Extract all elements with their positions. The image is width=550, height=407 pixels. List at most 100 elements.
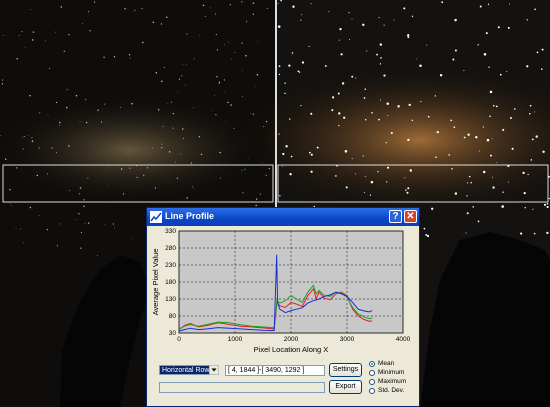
chevron-down-icon[interactable] bbox=[209, 365, 219, 375]
star bbox=[454, 18, 457, 22]
star bbox=[122, 193, 125, 195]
star bbox=[310, 153, 313, 156]
star bbox=[508, 3, 510, 5]
close-button[interactable]: ✕ bbox=[404, 210, 417, 223]
star bbox=[161, 80, 163, 83]
star bbox=[277, 2, 279, 4]
star bbox=[23, 135, 25, 138]
star bbox=[477, 44, 479, 46]
star bbox=[427, 115, 430, 118]
star bbox=[93, 1, 96, 3]
star bbox=[87, 222, 90, 224]
star bbox=[331, 96, 335, 99]
star bbox=[151, 147, 153, 149]
star bbox=[231, 58, 233, 60]
star bbox=[84, 223, 86, 225]
star bbox=[66, 89, 68, 91]
star bbox=[58, 124, 60, 126]
star bbox=[132, 237, 133, 239]
star bbox=[212, 109, 213, 111]
star bbox=[259, 193, 261, 195]
star bbox=[493, 104, 495, 107]
star bbox=[502, 191, 504, 193]
star bbox=[506, 71, 508, 72]
radio-maximum-dot[interactable] bbox=[369, 379, 375, 385]
star bbox=[479, 5, 482, 8]
star bbox=[223, 79, 225, 81]
star bbox=[351, 158, 353, 160]
settings-button[interactable]: Settings bbox=[329, 363, 362, 377]
star bbox=[420, 101, 422, 103]
star bbox=[364, 88, 367, 90]
star bbox=[78, 213, 80, 215]
radio-mean-dot[interactable] bbox=[369, 361, 375, 367]
star bbox=[242, 69, 243, 71]
star bbox=[497, 26, 500, 29]
star bbox=[214, 94, 215, 96]
star bbox=[380, 57, 382, 59]
export-button[interactable]: Export bbox=[329, 380, 362, 394]
radio-minimum-label: Minimum bbox=[378, 369, 405, 376]
star bbox=[379, 63, 382, 65]
star bbox=[530, 159, 533, 161]
star bbox=[524, 207, 526, 209]
star bbox=[244, 168, 246, 170]
star bbox=[338, 124, 340, 127]
star bbox=[310, 112, 313, 115]
star bbox=[108, 184, 110, 186]
star bbox=[324, 65, 327, 67]
star bbox=[292, 5, 295, 8]
star bbox=[142, 41, 144, 44]
star bbox=[278, 73, 281, 76]
star bbox=[479, 150, 481, 152]
star bbox=[178, 78, 181, 80]
star bbox=[46, 228, 48, 231]
star bbox=[80, 232, 83, 234]
star bbox=[310, 170, 313, 173]
star bbox=[0, 135, 2, 136]
star bbox=[210, 7, 212, 9]
star bbox=[496, 162, 498, 163]
star bbox=[454, 49, 457, 52]
star bbox=[532, 208, 534, 210]
star bbox=[215, 114, 217, 116]
star bbox=[546, 202, 549, 205]
star bbox=[182, 63, 184, 65]
star bbox=[134, 9, 136, 11]
radio-minimum-dot[interactable] bbox=[369, 370, 375, 376]
star bbox=[301, 14, 303, 16]
star bbox=[174, 161, 176, 163]
star bbox=[492, 186, 495, 189]
star bbox=[191, 186, 193, 188]
star bbox=[284, 92, 286, 95]
y-axis-label: Average Pixel Value bbox=[151, 249, 160, 316]
y-tick-label: 180 bbox=[165, 279, 176, 286]
star bbox=[426, 234, 430, 238]
star bbox=[499, 73, 502, 76]
star bbox=[143, 174, 145, 176]
star bbox=[97, 255, 98, 257]
star bbox=[383, 24, 385, 26]
star bbox=[489, 90, 493, 94]
star bbox=[407, 187, 410, 190]
help-button[interactable]: ? bbox=[389, 210, 402, 223]
star bbox=[426, 44, 428, 46]
star bbox=[266, 7, 268, 9]
star bbox=[369, 194, 372, 196]
star bbox=[160, 23, 163, 25]
star bbox=[408, 103, 411, 107]
star bbox=[20, 228, 22, 230]
star bbox=[529, 112, 531, 115]
title-bar[interactable]: Line Profile ? ✕ bbox=[147, 208, 419, 226]
star bbox=[168, 151, 171, 153]
coordinates-field[interactable]: [ 4, 1844 ]-[ 3490, 1292 ] bbox=[225, 365, 325, 376]
star bbox=[29, 206, 32, 209]
star bbox=[470, 181, 472, 184]
star bbox=[345, 186, 348, 189]
star bbox=[141, 7, 143, 9]
star bbox=[546, 231, 549, 235]
star bbox=[278, 133, 280, 135]
radio-std-dev-dot[interactable] bbox=[369, 388, 375, 394]
star bbox=[485, 32, 488, 35]
star bbox=[316, 146, 319, 149]
